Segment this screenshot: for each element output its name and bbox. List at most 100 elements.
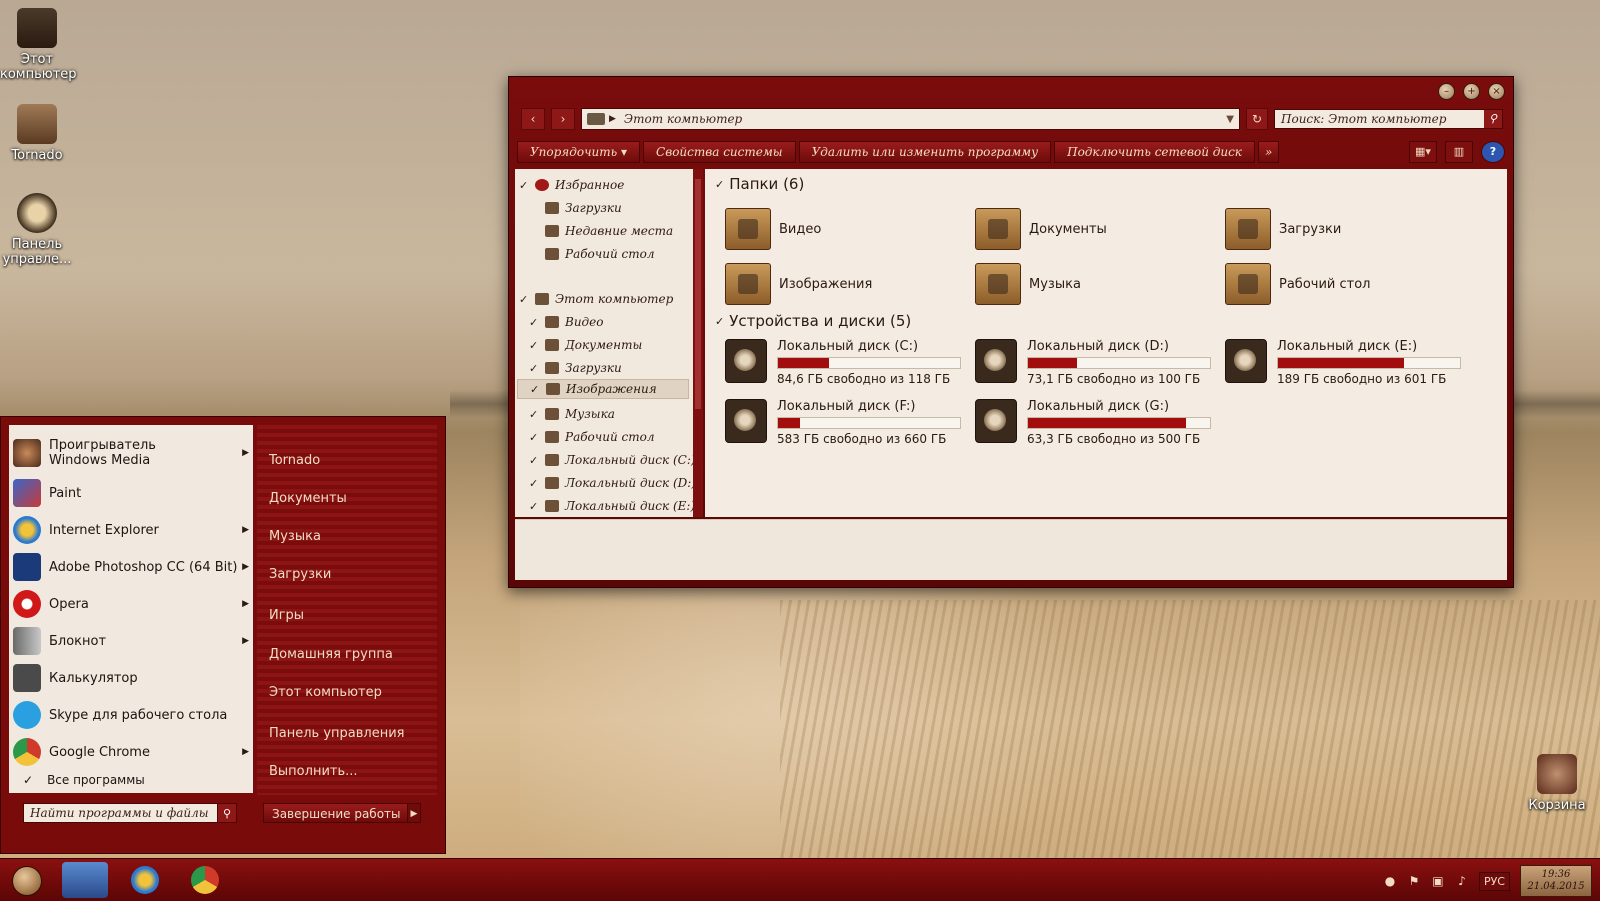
expand-icon[interactable]: ✓: [529, 500, 541, 513]
desktop-icon-computer[interactable]: Этот компьютер: [0, 8, 77, 82]
place-tornado[interactable]: Tornado: [269, 453, 320, 468]
preview-pane-icon[interactable]: ▥: [1445, 141, 1473, 163]
place-music[interactable]: Музыка: [269, 529, 321, 544]
folder-documents[interactable]: Документы: [975, 205, 1215, 253]
nav-video[interactable]: ✓ Видео: [529, 312, 603, 332]
map-network-drive-button[interactable]: Подключить сетевой диск: [1054, 141, 1255, 163]
back-button[interactable]: ‹: [521, 108, 545, 130]
folder-desktop[interactable]: Рабочий стол: [1225, 260, 1465, 308]
program-paint[interactable]: Paint: [13, 475, 249, 511]
place-control-panel[interactable]: Панель управления: [269, 726, 405, 741]
refresh-button[interactable]: ↻: [1246, 108, 1268, 130]
place-documents[interactable]: Документы: [269, 491, 347, 506]
collapse-icon: ✓: [715, 177, 725, 191]
expand-icon[interactable]: ✓: [529, 477, 541, 490]
nav-favorites[interactable]: ✓ Избранное: [519, 175, 624, 195]
folders-group-header[interactable]: ✓ Папки (6): [715, 175, 804, 193]
drive-d[interactable]: Локальный диск (D:) 73,1 ГБ свободно из …: [975, 339, 1215, 393]
drive-free-space: 84,6 ГБ свободно из 118 ГБ: [777, 372, 951, 386]
desktop-icon-recycle-bin[interactable]: Корзина: [1520, 754, 1594, 813]
language-indicator[interactable]: РУС: [1478, 871, 1510, 891]
folder-downloads[interactable]: Загрузки: [1225, 205, 1465, 253]
chevron-down-icon[interactable]: ▼: [1226, 114, 1234, 125]
program-calculator[interactable]: Калькулятор: [13, 660, 249, 696]
nav-downloads[interactable]: Загрузки: [529, 198, 622, 218]
expand-icon[interactable]: ✓: [529, 316, 541, 329]
nav-desktop-pc[interactable]: ✓ Рабочий стол: [529, 427, 654, 447]
expand-icon[interactable]: ✓: [519, 179, 531, 192]
nav-disk-e[interactable]: ✓ Локальный диск (E:): [529, 496, 693, 516]
taskbar-chrome-button[interactable]: [182, 862, 228, 898]
nav-music[interactable]: ✓ Музыка: [529, 404, 615, 424]
nav-scrollbar[interactable]: [693, 169, 703, 517]
tray-app-icon[interactable]: ●: [1383, 874, 1397, 888]
program-opera[interactable]: Opera ▶: [13, 586, 249, 622]
expand-icon[interactable]: ✓: [529, 454, 541, 467]
nav-recent[interactable]: Недавние места: [529, 221, 673, 241]
folder-video[interactable]: Видео: [725, 205, 965, 253]
volume-icon[interactable]: ♪: [1455, 874, 1469, 888]
drive-c[interactable]: Локальный диск (C:) 84,6 ГБ свободно из …: [725, 339, 965, 393]
nav-disk-c[interactable]: ✓ Локальный диск (C:): [529, 450, 693, 470]
search-input[interactable]: Поиск: Этот компьютер ⚲: [1274, 109, 1503, 129]
program-photoshop[interactable]: Adobe Photoshop CC (64 Bit) ▶: [13, 549, 249, 585]
program-windows-media-player[interactable]: Проигрыватель Windows Media ▶: [13, 431, 249, 475]
disk-icon: [545, 477, 559, 489]
program-internet-explorer[interactable]: Internet Explorer ▶: [13, 512, 249, 548]
network-icon[interactable]: ▣: [1431, 874, 1445, 888]
taskbar-explorer-button[interactable]: [62, 862, 108, 898]
place-games[interactable]: Игры: [269, 608, 304, 623]
folder-images[interactable]: Изображения: [725, 260, 965, 308]
program-notepad[interactable]: Блокнот ▶: [13, 623, 249, 659]
search-icon[interactable]: ⚲: [217, 803, 237, 823]
start-search-input[interactable]: Найти программы и файлы: [23, 803, 219, 823]
taskbar-ie-button[interactable]: [122, 862, 168, 898]
address-bar[interactable]: ▶ Этот компьютер ▼: [581, 108, 1240, 130]
forward-button[interactable]: ›: [551, 108, 575, 130]
desktop-icon-tornado[interactable]: Tornado: [0, 104, 74, 163]
more-commands-button[interactable]: »: [1257, 141, 1280, 163]
desktop-icon-control-panel[interactable]: Панель управле...: [0, 193, 74, 267]
program-google-chrome[interactable]: Google Chrome ▶: [13, 734, 249, 770]
view-options-icon[interactable]: ▦▾: [1409, 141, 1437, 163]
minimize-button[interactable]: –: [1438, 83, 1455, 100]
nav-this-pc[interactable]: ✓ Этот компьютер: [519, 289, 673, 309]
maximize-button[interactable]: +: [1463, 83, 1480, 100]
scrollbar-thumb[interactable]: [695, 179, 701, 409]
close-button[interactable]: ×: [1488, 83, 1505, 100]
expand-icon[interactable]: ✓: [529, 362, 541, 375]
place-run[interactable]: Выполнить...: [269, 764, 358, 779]
expand-icon[interactable]: ✓: [529, 431, 541, 444]
expand-icon[interactable]: ✓: [519, 293, 531, 306]
desktop-icon-label: Корзина: [1528, 798, 1586, 813]
help-icon[interactable]: ?: [1481, 141, 1505, 163]
address-text: Этот компьютер: [623, 112, 743, 126]
drive-g[interactable]: Локальный диск (G:) 63,3 ГБ свободно из …: [975, 399, 1215, 453]
program-skype[interactable]: Skype для рабочего стола: [13, 697, 249, 733]
expand-icon[interactable]: ✓: [529, 339, 541, 352]
uninstall-program-button[interactable]: Удалить или изменить программу: [798, 141, 1052, 163]
shutdown-button[interactable]: Завершение работы: [263, 803, 415, 823]
nav-documents[interactable]: ✓ Документы: [529, 335, 642, 355]
drive-e[interactable]: Локальный диск (E:) 189 ГБ свободно из 6…: [1225, 339, 1465, 393]
nav-disk-d[interactable]: ✓ Локальный диск (D:): [529, 473, 693, 493]
organize-button[interactable]: Упорядочить ▾: [517, 141, 641, 163]
nav-desktop[interactable]: Рабочий стол: [529, 244, 654, 264]
start-button[interactable]: [12, 866, 42, 896]
place-this-pc[interactable]: Этот компьютер: [269, 685, 382, 700]
flag-icon[interactable]: ⚑: [1407, 874, 1421, 888]
nav-downloads-pc[interactable]: ✓ Загрузки: [529, 358, 622, 378]
system-properties-button[interactable]: Свойства системы: [643, 141, 796, 163]
search-icon[interactable]: ⚲: [1484, 110, 1502, 128]
folder-music[interactable]: Музыка: [975, 260, 1215, 308]
place-homegroup[interactable]: Домашняя группа: [269, 647, 393, 662]
clock[interactable]: 19:36 21.04.2015: [1520, 865, 1592, 897]
expand-icon[interactable]: ✓: [529, 408, 541, 421]
shutdown-options-arrow-icon[interactable]: ▶: [407, 803, 421, 823]
all-programs-link[interactable]: ✓ Все программы: [23, 773, 145, 787]
drive-f[interactable]: Локальный диск (F:) 583 ГБ свободно из 6…: [725, 399, 965, 453]
nav-images[interactable]: ✓ Изображения: [517, 379, 689, 399]
expand-icon[interactable]: ✓: [530, 383, 542, 396]
place-downloads[interactable]: Загрузки: [269, 567, 331, 582]
devices-group-header[interactable]: ✓ Устройства и диски (5): [715, 312, 911, 330]
